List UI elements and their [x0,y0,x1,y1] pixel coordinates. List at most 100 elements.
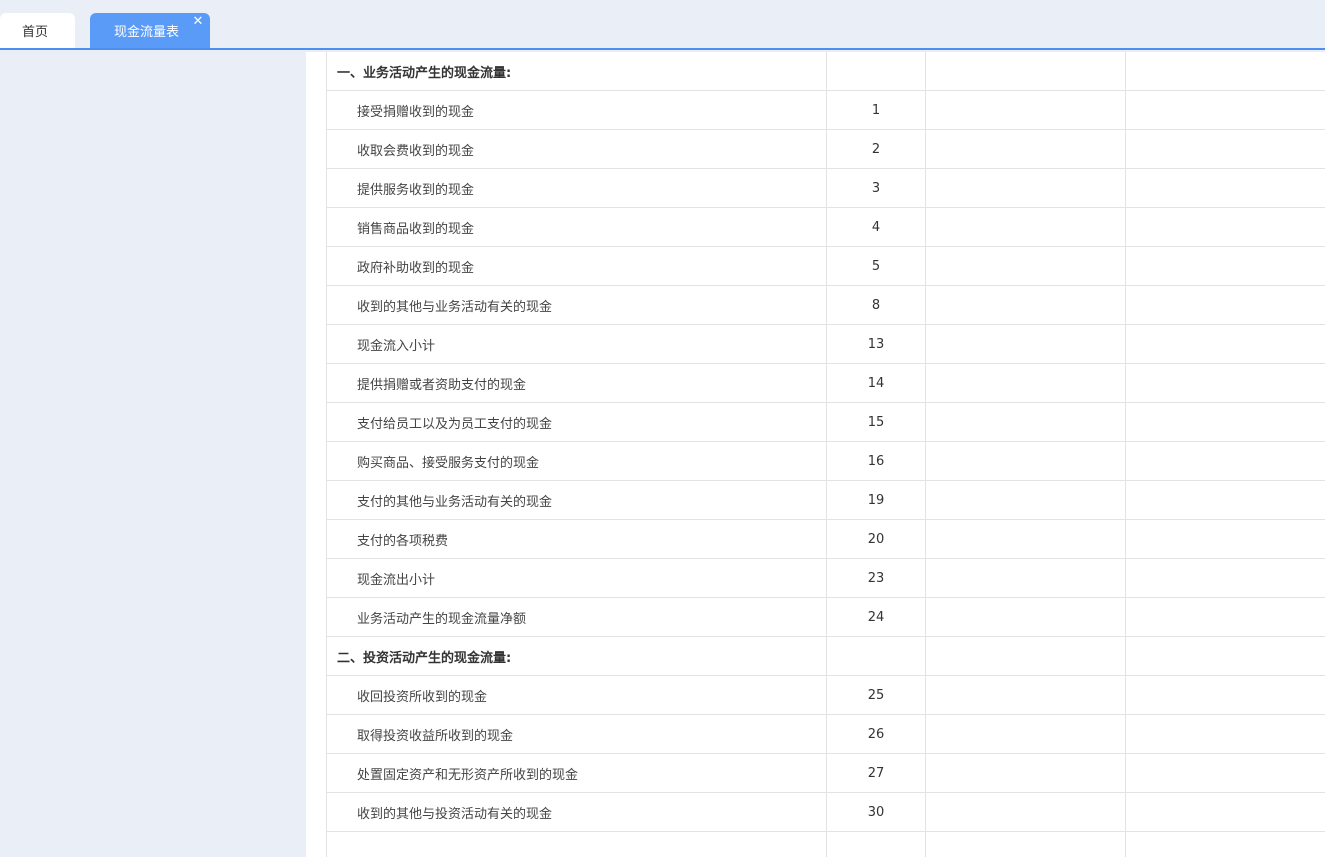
amount-cell-previous[interactable] [1125,52,1325,91]
amount-cell-current[interactable] [925,714,1126,754]
table-row: 提供服务收到的现金 3 [326,168,1325,208]
amount-cell-previous[interactable] [1125,480,1325,520]
line-number-cell: 24 [826,597,926,637]
item-name-cell: 收到的其他与投资活动有关的现金 [326,792,827,832]
item-name-cell: 现金流出小计 [326,558,827,598]
amount-cell-current[interactable] [925,285,1126,325]
tab-bar: 首页 现金流量表 ✕ [0,0,1325,50]
amount-cell-current[interactable] [925,402,1126,442]
item-name-cell: 支付给员工以及为员工支付的现金 [326,402,827,442]
item-name-cell: 现金流入小计 [326,324,827,364]
amount-cell-previous[interactable] [1125,402,1325,442]
amount-cell-current[interactable] [925,246,1126,286]
cash-flow-table: 一、业务活动产生的现金流量: 接受捐赠收到的现金 1 收取会费收到的现金 2 提供服务收到… [326,52,1325,857]
amount-cell-previous[interactable] [1125,441,1325,481]
amount-cell-previous[interactable] [1125,90,1325,130]
amount-cell-previous[interactable] [1125,519,1325,559]
item-name-cell: 提供捐赠或者资助支付的现金 [326,363,827,403]
line-number-cell: 1 [826,90,926,130]
section-header-row: 一、业务活动产生的现金流量: [326,52,1325,91]
amount-cell-current[interactable] [925,168,1126,208]
amount-cell-current[interactable] [925,363,1126,403]
item-name-cell [326,831,827,857]
amount-cell-previous[interactable] [1125,831,1325,857]
amount-cell-previous[interactable] [1125,168,1325,208]
amount-cell-current[interactable] [925,90,1126,130]
amount-cell-current[interactable] [925,480,1126,520]
cash-flow-table-body: 一、业务活动产生的现金流量: 接受捐赠收到的现金 1 收取会费收到的现金 2 提供服务收到… [326,52,1325,857]
tab-cash-flow-label: 现金流量表 [114,25,180,40]
amount-cell-current[interactable] [925,831,1126,857]
line-number-cell: 30 [826,792,926,832]
table-row: 支付的其他与业务活动有关的现金 19 [326,480,1325,520]
amount-cell-previous[interactable] [1125,207,1325,247]
item-name-cell: 收到的其他与业务活动有关的现金 [326,285,827,325]
table-row: 处置固定资产和无形资产所收到的现金 27 [326,753,1325,793]
table-row: 取得投资收益所收到的现金 26 [326,714,1325,754]
line-number-cell: 5 [826,246,926,286]
tab-cash-flow-statement[interactable]: 现金流量表 ✕ [90,13,210,48]
tab-home[interactable]: 首页 [0,13,75,48]
table-row: 收回投资所收到的现金 25 [326,675,1325,715]
item-name-cell: 支付的各项税费 [326,519,827,559]
table-row: 支付给员工以及为员工支付的现金 15 [326,402,1325,442]
amount-cell-previous[interactable] [1125,363,1325,403]
line-number-cell: 14 [826,363,926,403]
table-row: 业务活动产生的现金流量净额 24 [326,597,1325,637]
section-header-row: 二、投资活动产生的现金流量: [326,636,1325,676]
line-number-cell: 8 [826,285,926,325]
line-number-cell: 15 [826,402,926,442]
item-name-cell: 收取会费收到的现金 [326,129,827,169]
amount-cell-current[interactable] [925,753,1126,793]
amount-cell-current[interactable] [925,441,1126,481]
line-number-cell: 20 [826,519,926,559]
table-row: 支付的各项税费 20 [326,519,1325,559]
amount-cell-previous[interactable] [1125,558,1325,598]
line-number-cell: 13 [826,324,926,364]
amount-cell-current[interactable] [925,792,1126,832]
item-name-cell: 购买商品、接受服务支付的现金 [326,441,827,481]
report-content[interactable]: 一、业务活动产生的现金流量: 接受捐赠收到的现金 1 收取会费收到的现金 2 提供服务收到… [306,52,1325,857]
line-number-cell: 27 [826,753,926,793]
amount-cell-previous[interactable] [1125,597,1325,637]
amount-cell-current[interactable] [925,597,1126,637]
item-name-cell: 取得投资收益所收到的现金 [326,714,827,754]
amount-cell-previous[interactable] [1125,246,1325,286]
amount-cell-previous[interactable] [1125,792,1325,832]
line-number-cell: 3 [826,168,926,208]
amount-cell-previous[interactable] [1125,129,1325,169]
amount-cell-current[interactable] [925,129,1126,169]
amount-cell-previous[interactable] [1125,324,1325,364]
amount-cell-previous[interactable] [1125,636,1325,676]
item-name-cell: 业务活动产生的现金流量净额 [326,597,827,637]
item-name-cell: 一、业务活动产生的现金流量: [326,52,827,91]
amount-cell-previous[interactable] [1125,675,1325,715]
item-name-cell: 政府补助收到的现金 [326,246,827,286]
table-row [326,831,1325,857]
item-name-cell: 销售商品收到的现金 [326,207,827,247]
amount-cell-current[interactable] [925,636,1126,676]
amount-cell-current[interactable] [925,52,1126,91]
table-row: 购买商品、接受服务支付的现金 16 [326,441,1325,481]
line-number-cell: 2 [826,129,926,169]
table-row: 政府补助收到的现金 5 [326,246,1325,286]
table-row: 收取会费收到的现金 2 [326,129,1325,169]
amount-cell-current[interactable] [925,324,1126,364]
line-number-cell [826,52,926,91]
amount-cell-current[interactable] [925,207,1126,247]
item-name-cell: 支付的其他与业务活动有关的现金 [326,480,827,520]
amount-cell-previous[interactable] [1125,753,1325,793]
amount-cell-previous[interactable] [1125,714,1325,754]
close-icon[interactable]: ✕ [192,15,204,28]
tab-home-label: 首页 [22,25,49,40]
line-number-cell: 19 [826,480,926,520]
table-row: 现金流出小计 23 [326,558,1325,598]
item-name-cell: 接受捐赠收到的现金 [326,90,827,130]
item-name-cell: 二、投资活动产生的现金流量: [326,636,827,676]
amount-cell-current[interactable] [925,558,1126,598]
amount-cell-current[interactable] [925,519,1126,559]
line-number-cell: 16 [826,441,926,481]
amount-cell-previous[interactable] [1125,285,1325,325]
amount-cell-current[interactable] [925,675,1126,715]
item-name-cell: 提供服务收到的现金 [326,168,827,208]
